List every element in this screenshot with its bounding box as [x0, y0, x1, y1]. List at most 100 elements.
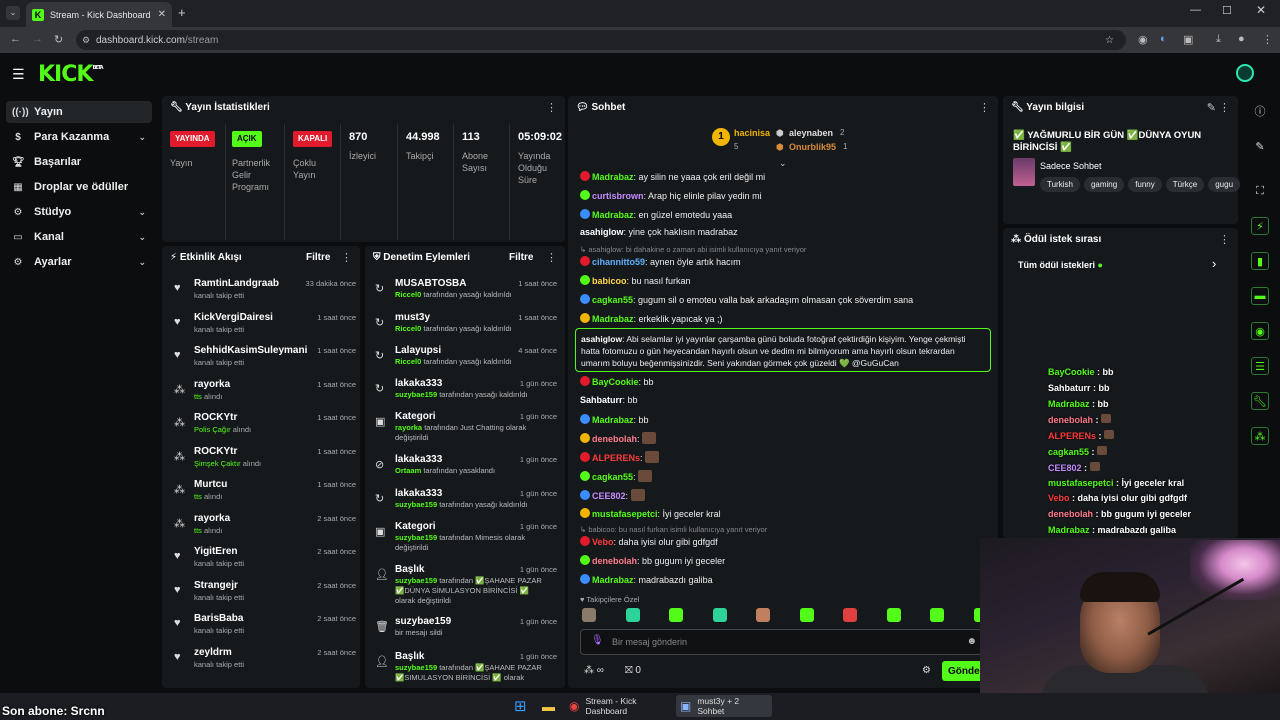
chat-username[interactable]: Vebo — [592, 537, 614, 547]
top-gifter-name[interactable]: hacinisa — [734, 128, 770, 138]
extension-icon[interactable]: ◉ — [1138, 33, 1148, 46]
back-icon[interactable]: ← — [10, 33, 21, 45]
user-avatar[interactable] — [1236, 64, 1254, 82]
extensions-puzzle-icon[interactable]: ▣ — [1183, 33, 1193, 46]
maximize-icon[interactable]: ☐ — [1222, 4, 1232, 17]
gift-counter[interactable]: ⛝ 0 — [625, 665, 641, 676]
emote-icon[interactable] — [886, 608, 901, 622]
hamburger-menu-icon[interactable]: ☰ — [12, 66, 25, 83]
mod-target[interactable]: suzybae159 — [395, 616, 451, 627]
tag[interactable]: funny — [1128, 177, 1162, 192]
activity-filter-button[interactable]: Filtre — [306, 252, 330, 263]
activity-user[interactable]: SehhidKasimSuleymani — [194, 345, 307, 356]
chat-username[interactable]: denebolah — [592, 556, 637, 566]
forward-icon[interactable]: → — [32, 33, 43, 45]
emote-icon[interactable] — [930, 608, 944, 622]
tab-search-icon[interactable]: ⌄ — [6, 6, 20, 20]
mod-actor[interactable]: suzybae159 — [395, 533, 437, 542]
points-display[interactable]: ⁂ ∞ — [584, 665, 604, 676]
activity-user[interactable]: Strangejr — [194, 580, 238, 591]
emoji-icon[interactable]: ☻ — [966, 636, 977, 647]
list-item[interactable]: ♥ RamtinLandgraab kanalı takip etti 33 daki… — [170, 276, 356, 309]
sidebar-item-basarilar[interactable]: 🏆︎ Başarılar — [6, 151, 152, 173]
mod-actor[interactable]: Riccel0 — [395, 324, 421, 333]
list-item[interactable]: ♥ BarisBaba kanalı takip etti 2 saat önce — [170, 611, 356, 644]
activity-user[interactable]: zeyldrm — [194, 647, 232, 658]
file-explorer-icon[interactable]: ▬ — [538, 695, 559, 717]
profile-icon[interactable]: ● — [1238, 33, 1245, 45]
sidebar-item-para-kazanma[interactable]: $ Para Kazanma ⌄ — [6, 126, 152, 148]
list-item[interactable]: ♥ YigitEren kanalı takip etti 2 saat önce — [170, 544, 356, 577]
reload-icon[interactable]: ↻ — [54, 33, 63, 46]
mod-target[interactable]: Kategori — [395, 411, 436, 422]
list-item[interactable]: ♥ zeyldrm kanalı takip etti 2 saat önce — [170, 645, 356, 678]
edit-pencil-icon[interactable]: ✎ — [1207, 101, 1216, 114]
send-button[interactable]: Gönder — [942, 661, 984, 681]
mod-target[interactable]: Kategori — [395, 521, 436, 532]
emote-icon[interactable] — [712, 608, 727, 622]
list-rail-icon[interactable]: ☰ — [1251, 357, 1269, 375]
emote-icon[interactable] — [625, 608, 640, 622]
chat-username[interactable]: Madrabaz — [592, 210, 634, 220]
chat-username[interactable]: Madrabaz — [592, 314, 634, 324]
all-rewards-link[interactable]: Tüm ödül istekleri ● — [1018, 260, 1103, 270]
bookmark-star-icon[interactable]: ☆ — [1105, 35, 1114, 46]
emote-icon[interactable] — [843, 608, 857, 622]
chat-username[interactable]: BayCookie — [592, 377, 639, 387]
site-info-icon[interactable]: ⚙ — [82, 35, 90, 46]
activity-user[interactable]: BarisBaba — [194, 613, 243, 624]
chat-username[interactable]: Madrabaz — [592, 415, 634, 425]
mod-actor[interactable]: Riccel0 — [395, 357, 421, 366]
emote-icon[interactable] — [799, 608, 814, 622]
chat-settings-icon[interactable]: ⚙ — [922, 665, 931, 676]
url-field[interactable]: ⚙ dashboard.kick.com/stream ☆ — [76, 30, 1126, 50]
translate-icon[interactable]: ◐ — [1160, 33, 1167, 45]
chat-username[interactable]: CEE802 — [592, 491, 626, 501]
list-item[interactable]: ♥ SehhidKasimSuleymani kanalı takip etti 1 … — [170, 343, 356, 376]
list-item[interactable]: ⁂ rayorka tts alındı 1 saat önce — [170, 377, 356, 410]
activity-user[interactable]: ROCKYtr — [194, 446, 237, 457]
mic-icon[interactable]: 🎙︎ — [591, 635, 604, 646]
new-tab-icon[interactable]: + — [178, 5, 186, 20]
mod-actor[interactable]: suzybae159 — [395, 500, 437, 509]
list-item[interactable]: ⁂ rayorka tts alındı 2 saat önce — [170, 511, 356, 544]
tag[interactable]: Turkish — [1040, 177, 1080, 192]
tag[interactable]: gugu — [1208, 177, 1241, 192]
activity-user[interactable]: RamtinLandgraab — [194, 278, 279, 289]
more-options-icon[interactable]: ⋮ — [546, 251, 557, 264]
chat-input[interactable]: 🎙︎ Bir mesaj gönderin ☻ — [580, 629, 982, 655]
mod-target[interactable]: lakaka333 — [395, 378, 442, 389]
list-item[interactable]: ♥ Strangejr kanalı takip etti 2 saat önce — [170, 578, 356, 611]
chat-username[interactable]: cagkan55 — [592, 472, 633, 482]
activity-user[interactable]: rayorka — [194, 513, 230, 524]
chat-username[interactable]: denebolah — [592, 434, 637, 444]
sidebar-item-studyo[interactable]: ⚙ Stüdyo ⌄ — [6, 201, 152, 223]
more-options-icon[interactable]: ⋮ — [1219, 233, 1230, 246]
download-icon[interactable]: ⤓ — [1216, 33, 1221, 46]
taskbar-app-chrome[interactable]: ◉ Stream - Kick Dashboard — [565, 695, 673, 717]
pencil-icon[interactable]: ✎ — [1251, 137, 1269, 155]
fullscreen-icon[interactable]: ⛶ — [1251, 182, 1269, 200]
mod-target[interactable]: must3y — [395, 312, 430, 323]
activity-user[interactable]: ROCKYtr — [194, 412, 237, 423]
sidebar-item-kanal[interactable]: ▭ Kanal ⌄ — [6, 226, 152, 248]
mod-target[interactable]: MUSABTOSBA — [395, 278, 466, 289]
document-rail-icon[interactable]: ▮ — [1251, 252, 1269, 270]
chat-username[interactable]: Madrabaz — [592, 575, 634, 585]
windows-start-icon[interactable]: ⊞ — [510, 695, 531, 717]
activity-user[interactable]: rayorka — [194, 379, 230, 390]
chat-username[interactable]: Sahbaturr — [580, 395, 623, 405]
emote-icon[interactable] — [582, 608, 596, 622]
sidebar-item-droplar[interactable]: ▦ Droplar ve ödüller — [6, 176, 152, 198]
mod-target[interactable]: Başlık — [395, 651, 424, 662]
mod-target[interactable]: Başlık — [395, 564, 424, 575]
browser-menu-icon[interactable]: ⋮ — [1262, 33, 1273, 46]
taskbar-app-chat[interactable]: ▣ must3y + 2 Sohbet — [676, 695, 772, 717]
sidebar-item-ayarlar[interactable]: ⚙ Ayarlar ⌄ — [6, 251, 152, 273]
more-options-icon[interactable]: ⋮ — [1219, 101, 1230, 114]
moderation-filter-button[interactable]: Filtre — [509, 252, 533, 263]
list-item[interactable]: ⁂ Murtcu tts alındı 1 saat önce — [170, 477, 356, 510]
minimize-icon[interactable]: — — [1190, 4, 1201, 16]
rewards-rail-icon[interactable]: ⁂ — [1251, 427, 1269, 445]
expand-leaderboard-icon[interactable]: ⌄ — [779, 158, 787, 169]
